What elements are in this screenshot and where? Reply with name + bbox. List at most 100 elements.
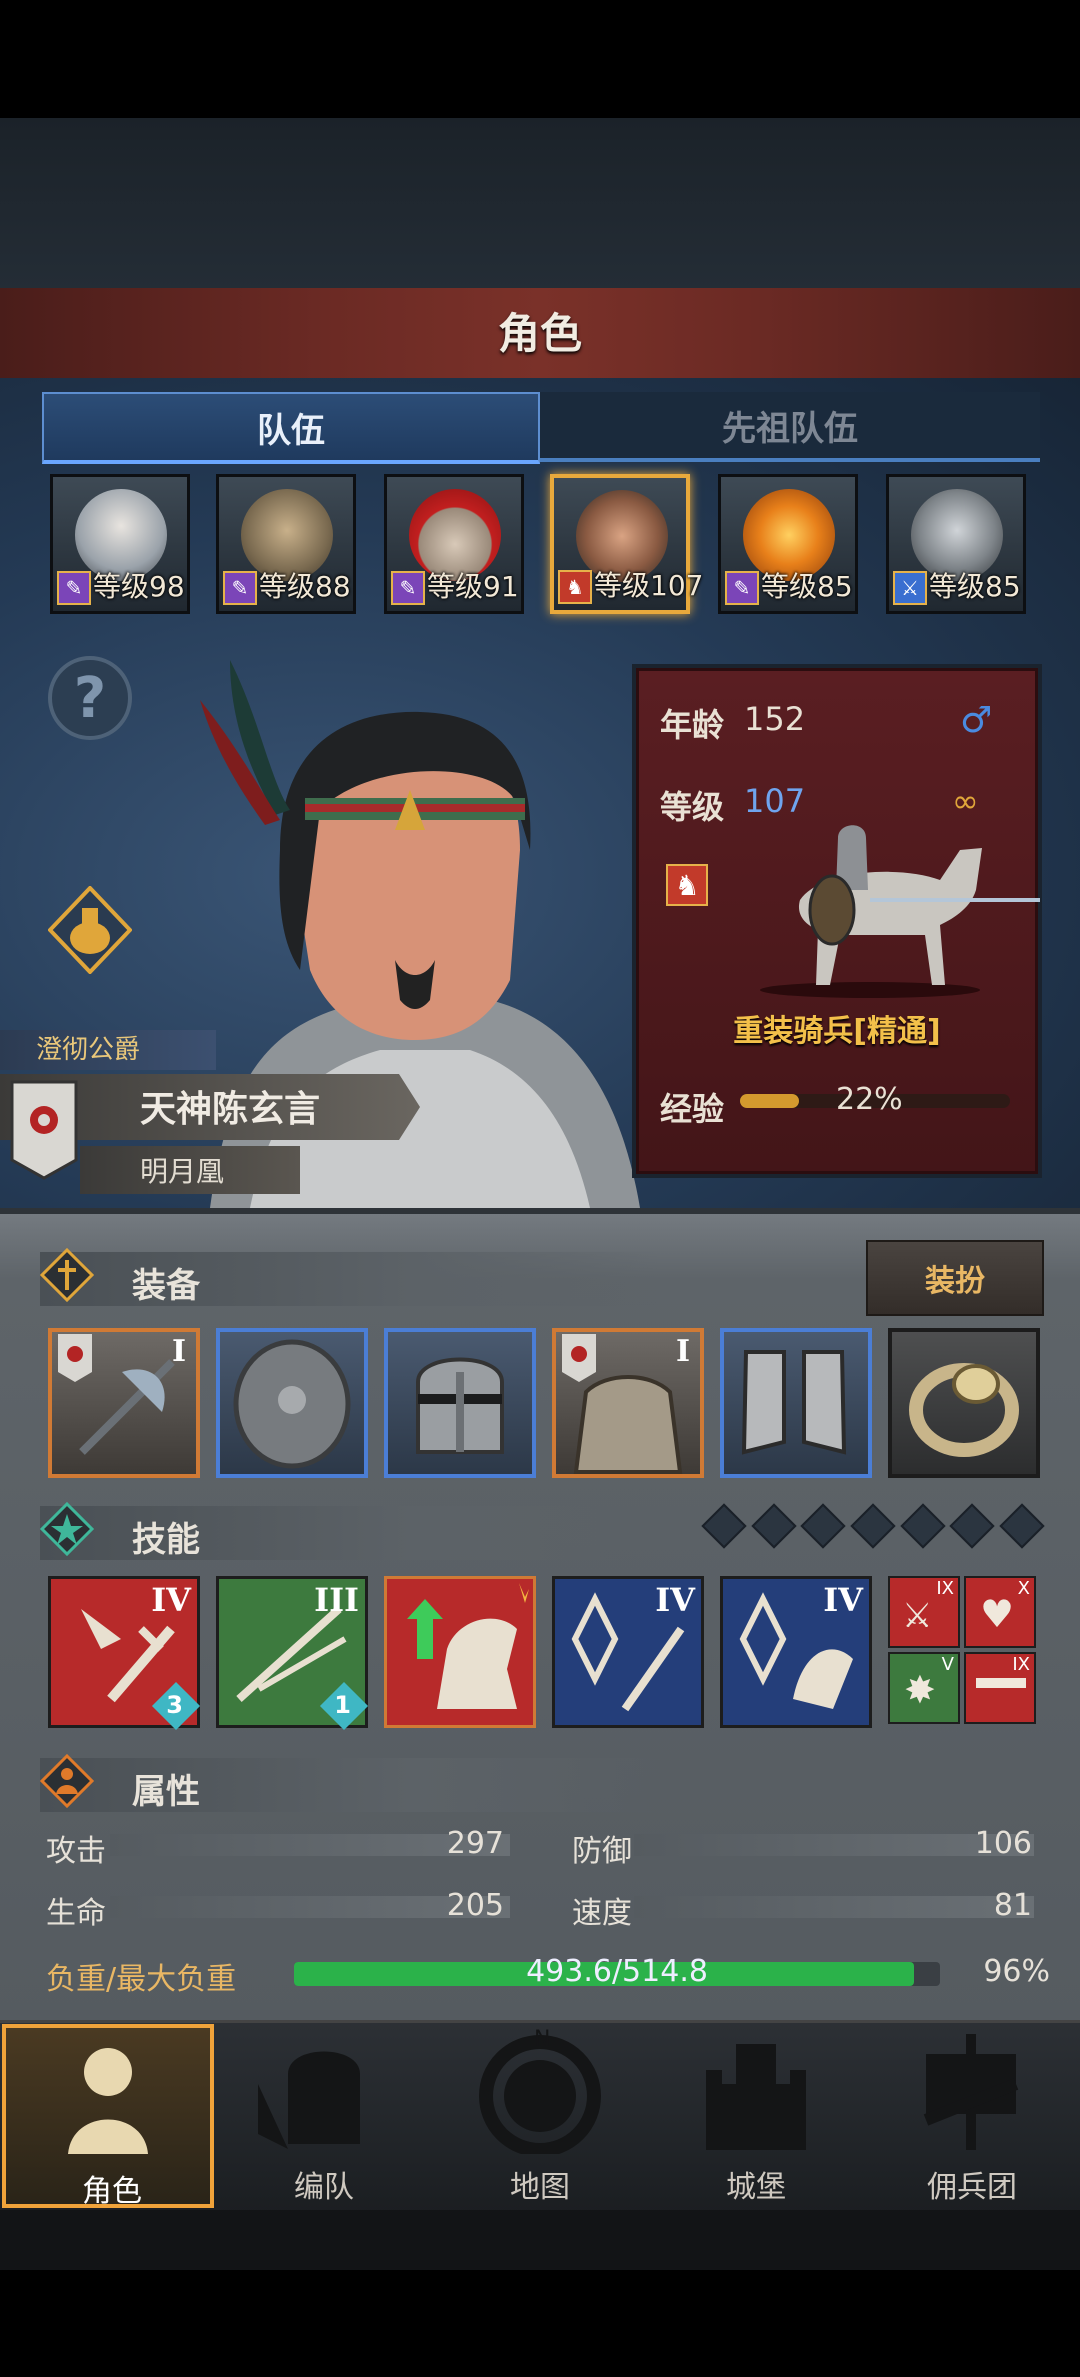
hero-level: 等级107 <box>594 569 704 602</box>
heavy-cavalry-unit-image <box>760 825 1040 998</box>
exp-label: 经验 <box>660 1090 725 1128</box>
tab-ancestor-team[interactable]: 先祖队伍 <box>540 392 1040 462</box>
male-icon: ♂ <box>960 700 993 741</box>
speed-value: 81 <box>993 1888 1032 1923</box>
equipment-slot-helmet[interactable] <box>384 1328 536 1478</box>
skill-points-indicator <box>701 1503 1045 1549</box>
skill-slot-3[interactable] <box>384 1576 536 1728</box>
page-title: 角色 <box>497 309 582 358</box>
skill-badge-count: 1 <box>334 1691 351 1719</box>
passive-skill-4[interactable]: IX <box>964 1652 1036 1724</box>
age-label: 年龄 <box>660 706 725 744</box>
svg-text:N: N <box>534 2027 550 2052</box>
passive-skill-2[interactable]: ♥ X <box>964 1576 1036 1648</box>
boots-icon <box>741 1350 847 1455</box>
nav-formation[interactable]: 编队 <box>218 2024 430 2208</box>
skills-title: 技能 <box>132 1520 200 1560</box>
equipment-slot-boots[interactable] <box>720 1328 872 1478</box>
person-icon <box>40 1754 94 1808</box>
nav-map[interactable]: N 地图 <box>434 2024 646 2208</box>
equipment-slot-shield[interactable] <box>216 1328 368 1478</box>
horse-charge-icon <box>407 1583 529 1709</box>
equipment-slot-ring[interactable] <box>888 1328 1040 1478</box>
staff-icon: ✎ <box>57 571 91 605</box>
attributes-title: 属性 <box>132 1772 200 1812</box>
skill-tier: V <box>941 1654 954 1675</box>
tier-label: I <box>171 1334 186 1369</box>
sword-icon: ⚔ <box>902 1596 933 1636</box>
cross-icon <box>40 1248 94 1302</box>
passive-skill-1[interactable]: ⚔ IX <box>888 1576 960 1648</box>
skill-tier: IV <box>823 1581 863 1619</box>
exp-bar-fill <box>740 1094 800 1108</box>
top-spacer <box>0 118 1080 290</box>
nav-castle[interactable]: 城堡 <box>650 2024 862 2208</box>
equipment-slot-weapon[interactable]: I <box>48 1328 200 1478</box>
bottom-spacer <box>0 2210 1080 2270</box>
load-value: 493.6/514.8 <box>526 1954 708 1989</box>
tier-label: I <box>675 1334 690 1369</box>
hero-slot-3[interactable]: ✎ 等级91 <box>384 474 524 614</box>
dumbbell-icon <box>976 1678 1026 1688</box>
hero-slot-6[interactable]: ⚔ 等级85 <box>886 474 1026 614</box>
ring-icon <box>909 1363 1019 1457</box>
hero-level: 等级85 <box>761 570 853 603</box>
castle-icon <box>706 2044 806 2150</box>
hero-level: 等级91 <box>427 570 519 603</box>
guild-banner-icon <box>10 1080 78 1180</box>
hero-guild: 明月凰 <box>140 1155 225 1188</box>
level-label: 等级 <box>660 788 725 826</box>
hero-slot-5[interactable]: ✎ 等级85 <box>718 474 858 614</box>
skill-tier: IX <box>1012 1654 1030 1675</box>
hero-rank: 澄彻公爵 <box>0 1030 216 1070</box>
skill-slot-1[interactable]: IV 3 <box>48 1576 201 1731</box>
defense-value: 106 <box>974 1826 1032 1861</box>
attack-value: 297 <box>446 1826 504 1861</box>
skill-badge-count: 3 <box>166 1691 183 1719</box>
hp-label: 生命 <box>46 1896 106 1931</box>
equipment-slot-armor[interactable]: I <box>552 1328 704 1478</box>
load-percent: 96% <box>983 1954 1050 1989</box>
sword-icon: ⚔ <box>893 571 927 605</box>
tab-team[interactable]: 队伍 <box>42 392 540 464</box>
helmet-icon <box>416 1357 504 1454</box>
dress-up-button[interactable]: 装扮 <box>866 1240 1044 1316</box>
age-value: 152 <box>744 700 806 738</box>
unit-class: 重装骑兵[精通] <box>733 1014 941 1049</box>
defense-label: 防御 <box>572 1834 632 1869</box>
hp-value: 205 <box>446 1888 504 1923</box>
speed-label: 速度 <box>572 1896 632 1931</box>
skill-slot-4[interactable]: IV <box>552 1576 704 1728</box>
banner-axe-icon <box>923 2034 1019 2150</box>
skill-tier: IX <box>936 1578 954 1599</box>
skill-slot-5[interactable]: IV <box>720 1576 872 1728</box>
helmet-shield-icon <box>258 2051 360 2149</box>
cavalry-icon: ♞ <box>666 864 708 906</box>
hero-slot-1[interactable]: ✎ 等级98 <box>50 474 190 614</box>
hero-slot-4-selected[interactable]: ♞ 等级107 <box>550 474 703 614</box>
hero-level: 等级98 <box>93 570 185 603</box>
nav-character[interactable]: 角色 <box>2 2024 214 2209</box>
skill-tier: IV <box>151 1581 191 1619</box>
burst-icon: ✸ <box>904 1668 936 1712</box>
exp-percent: 22% <box>836 1082 903 1117</box>
potion-icon[interactable] <box>48 886 132 974</box>
knight-icon <box>68 2048 148 2154</box>
passive-skill-3[interactable]: ✸ V <box>888 1652 960 1724</box>
attack-label: 攻击 <box>46 1834 106 1869</box>
hero-level: 等级88 <box>259 570 351 603</box>
nav-mercenary[interactable]: 佣兵团 <box>866 2024 1078 2208</box>
help-icon[interactable]: ? <box>48 656 132 740</box>
staff-icon: ✎ <box>391 571 425 605</box>
hero-name: 天神陈玄言 <box>140 1089 321 1130</box>
skill-tier: IV <box>655 1581 695 1619</box>
hero-slot-2[interactable]: ✎ 等级88 <box>216 474 356 614</box>
star-icon <box>40 1502 94 1556</box>
skill-tier: X <box>1017 1578 1030 1599</box>
staff-icon: ✎ <box>223 571 257 605</box>
skill-tier: III <box>314 1581 359 1619</box>
cavalry-icon: ♞ <box>558 570 592 604</box>
equipment-title: 装备 <box>132 1266 200 1306</box>
hero-level: 等级85 <box>929 570 1021 603</box>
skill-slot-2[interactable]: III 1 <box>216 1576 369 1731</box>
